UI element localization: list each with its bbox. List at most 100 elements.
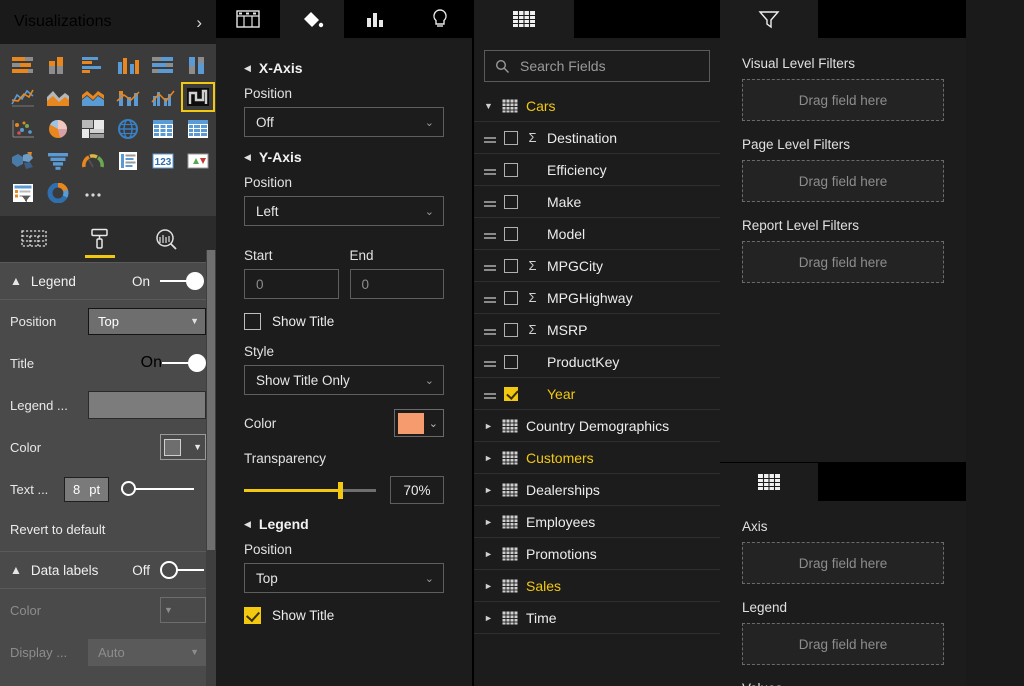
table-sales[interactable]: ► Sales [474,570,720,602]
field-checkbox[interactable] [504,130,518,145]
tab-fields[interactable] [14,217,54,261]
visual-ribbon-chart[interactable] [181,82,215,112]
y-axis-position-dropdown[interactable]: Left ⌄ [244,196,444,226]
drag-handle-icon[interactable] [484,168,496,175]
field-checkbox[interactable] [504,226,518,241]
drag-handle-icon[interactable] [484,232,496,239]
visual-multi-row-card[interactable] [111,146,145,176]
drag-handle-icon[interactable] [484,136,496,143]
visual-stacked-bar-chart[interactable] [6,50,40,80]
visual-line-and-stacked-column-chart[interactable] [111,82,145,112]
y-axis-group-header[interactable]: ◀ Y-Axis [244,149,444,165]
caret-right-icon[interactable]: ► [484,453,494,463]
visual-filled-map[interactable] [6,146,40,176]
visual-level-filters-dropzone[interactable]: Drag field here [742,79,944,121]
visual-kpi[interactable] [181,146,215,176]
legend-well-dropzone[interactable]: Drag field here [742,623,944,665]
legend-text-size-slider[interactable] [121,481,194,497]
visual-funnel-chart[interactable] [41,146,75,176]
field-row-productkey[interactable]: ProductKey [474,346,720,378]
table-country-demographics[interactable]: ► Country Demographics [474,410,720,442]
field-checkbox[interactable] [504,258,518,273]
page-level-filters-dropzone[interactable]: Drag field here [742,160,944,202]
table-promotions[interactable]: ► Promotions [474,538,720,570]
field-row-make[interactable]: Make [474,186,720,218]
drag-handle-icon[interactable] [484,392,496,399]
field-row-efficiency[interactable]: Efficiency [474,154,720,186]
tab-format-pane[interactable] [280,0,344,38]
data-labels-section-header[interactable]: ▲ Data labels Off [0,551,216,589]
visual-slicer[interactable] [6,178,40,208]
legend-color-picker[interactable]: ▼ [160,434,206,460]
legend-position-dropdown[interactable]: Top ▼ [88,307,206,335]
report-level-filters-dropzone[interactable]: Drag field here [742,241,944,283]
drag-handle-icon[interactable] [484,296,496,303]
visual-gauge-chart[interactable] [76,146,110,176]
legend-show-title-row[interactable]: Show Title [244,607,444,624]
visual-line-and-clustered-column-chart[interactable] [146,82,180,112]
visual-stacked-area-chart[interactable] [76,82,110,112]
legend-text-size-input[interactable]: 8 pt [64,476,110,502]
field-checkbox[interactable] [504,322,518,337]
visual-area-chart[interactable] [41,82,75,112]
visual-donut-chart[interactable] [41,178,75,208]
table-dealerships[interactable]: ► Dealerships [474,474,720,506]
field-checkbox[interactable] [504,162,518,177]
visual-treemap[interactable] [76,114,110,144]
search-fields-input[interactable]: Search Fields [484,50,710,82]
y-axis-show-title-row[interactable]: Show Title [244,313,444,330]
visual-card[interactable]: 123 [146,146,180,176]
revert-to-default-link[interactable]: Revert to default [0,510,216,551]
y-axis-end-input[interactable]: 0 [349,269,444,299]
field-checkbox[interactable] [504,386,518,401]
visual-hundred-percent-stacked-bar-chart[interactable] [146,50,180,80]
tab-field-wells[interactable] [720,463,818,501]
field-checkbox[interactable] [504,194,518,209]
field-row-mpgcity[interactable]: Σ MPGCity [474,250,720,282]
x-axis-group-header[interactable]: ◀ X-Axis [244,60,444,76]
visual-hundred-percent-stacked-column-chart[interactable] [181,50,215,80]
legend-fmt-position-dropdown[interactable]: Top ⌄ [244,563,444,593]
field-row-destination[interactable]: Σ Destination [474,122,720,154]
visual-table[interactable] [146,114,180,144]
field-checkbox[interactable] [504,354,518,369]
visual-map[interactable] [111,114,145,144]
legend-toggle[interactable] [160,272,204,290]
visual-stacked-column-chart[interactable] [41,50,75,80]
caret-right-icon[interactable]: ► [484,549,494,559]
drag-handle-icon[interactable] [484,200,496,207]
tab-analytics-pane[interactable] [344,0,408,38]
caret-right-icon[interactable]: ► [484,421,494,431]
visual-matrix[interactable] [181,114,215,144]
transparency-slider[interactable] [244,479,376,501]
drag-handle-icon[interactable] [484,360,496,367]
field-row-model[interactable]: Model [474,218,720,250]
field-row-msrp[interactable]: Σ MSRP [474,314,720,346]
tab-insights-pane[interactable] [408,0,472,38]
drag-handle-icon[interactable] [484,328,496,335]
visual-line-chart[interactable] [6,82,40,112]
tab-analytics[interactable] [146,217,186,261]
y-axis-show-title-checkbox[interactable] [244,313,261,330]
drag-handle-icon[interactable] [484,264,496,271]
legend-section-header[interactable]: ▲ Legend On [0,262,216,300]
table-customers[interactable]: ► Customers [474,442,720,474]
caret-down-icon[interactable]: ▼ [484,101,494,111]
visual-clustered-bar-chart[interactable] [76,50,110,80]
legend-show-title-checkbox[interactable] [244,607,261,624]
transparency-value[interactable]: 70% [390,476,444,504]
field-row-mpghighway[interactable]: Σ MPGHighway [474,282,720,314]
y-axis-start-input[interactable]: 0 [244,269,339,299]
legend-title-toggle[interactable] [162,354,206,372]
y-axis-color-picker[interactable]: ⌄ [393,409,444,437]
tab-filters[interactable] [720,0,818,38]
x-axis-position-dropdown[interactable]: Off ⌄ [244,107,444,137]
legend-group-header[interactable]: ◀ Legend [244,516,444,532]
y-axis-style-dropdown[interactable]: Show Title Only ⌄ [244,365,444,395]
visualizations-scrollbar[interactable] [206,250,216,686]
caret-right-icon[interactable]: ► [484,517,494,527]
slider-thumb[interactable] [337,482,343,499]
field-row-year[interactable]: Year [474,378,720,410]
caret-right-icon[interactable]: ► [484,581,494,591]
data-labels-toggle[interactable] [160,561,204,579]
